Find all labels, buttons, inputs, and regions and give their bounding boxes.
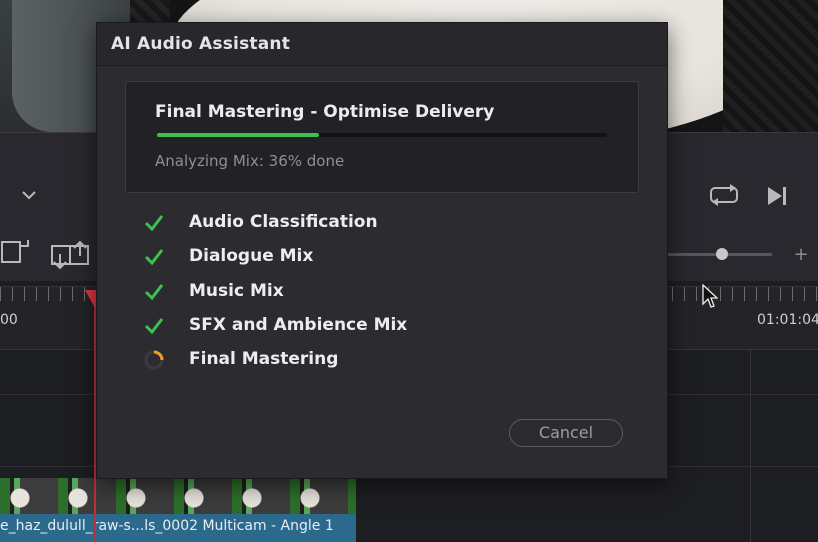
clip-thumbnails — [0, 478, 356, 514]
dialog-titlebar[interactable]: AI Audio Assistant — [97, 23, 667, 66]
timecode-right: 01:01:04 — [757, 312, 818, 328]
checkmark-icon — [144, 215, 164, 232]
step-label: SFX and Ambience Mix — [189, 315, 408, 335]
next-frame-icon[interactable] — [764, 184, 790, 208]
progress-bar — [157, 133, 607, 137]
cancel-button[interactable]: Cancel — [509, 419, 623, 447]
ai-audio-assistant-dialog: AI Audio Assistant Final Mastering - Opt… — [96, 22, 668, 479]
progress-status: Analyzing Mix: 36% done — [155, 152, 345, 170]
zoom-in-icon[interactable]: + — [792, 246, 810, 264]
loop-icon[interactable] — [708, 182, 740, 208]
checkmark-icon — [144, 284, 164, 301]
step-label: Audio Classification — [189, 212, 378, 232]
checkmark-icon — [144, 318, 164, 335]
step-label: Dialogue Mix — [189, 246, 314, 266]
step-audio-classification: Audio Classification — [143, 211, 563, 237]
step-sfx-ambience-mix: SFX and Ambience Mix — [143, 314, 563, 340]
replace-clip-icon[interactable] — [50, 238, 92, 270]
timecode-left: 00 — [0, 312, 18, 328]
spinner-icon — [144, 350, 164, 370]
progress-bar-fill — [157, 133, 319, 137]
mouse-pointer-icon — [702, 284, 718, 308]
progress-panel: Final Mastering - Optimise Delivery Anal… — [125, 81, 639, 193]
checkmark-icon — [144, 249, 164, 266]
step-music-mix: Music Mix — [143, 280, 563, 306]
dialog-title: AI Audio Assistant — [111, 34, 291, 54]
step-label: Music Mix — [189, 281, 284, 301]
step-final-mastering: Final Mastering — [143, 348, 563, 374]
clip-label: e_haz_dulull_raw-s...ls_0002 Multicam - … — [0, 518, 334, 534]
viewer-foam-right — [723, 0, 818, 132]
step-label: Final Mastering — [189, 349, 339, 369]
video-clip[interactable]: e_haz_dulull_raw-s...ls_0002 Multicam - … — [0, 478, 356, 542]
chevron-down-icon[interactable] — [20, 186, 38, 204]
zoom-slider-handle[interactable] — [716, 248, 728, 260]
insert-clip-icon[interactable] — [0, 236, 32, 268]
progress-title: Final Mastering - Optimise Delivery — [155, 102, 495, 122]
timeline-guide-line — [750, 348, 751, 542]
step-dialogue-mix: Dialogue Mix — [143, 245, 563, 271]
